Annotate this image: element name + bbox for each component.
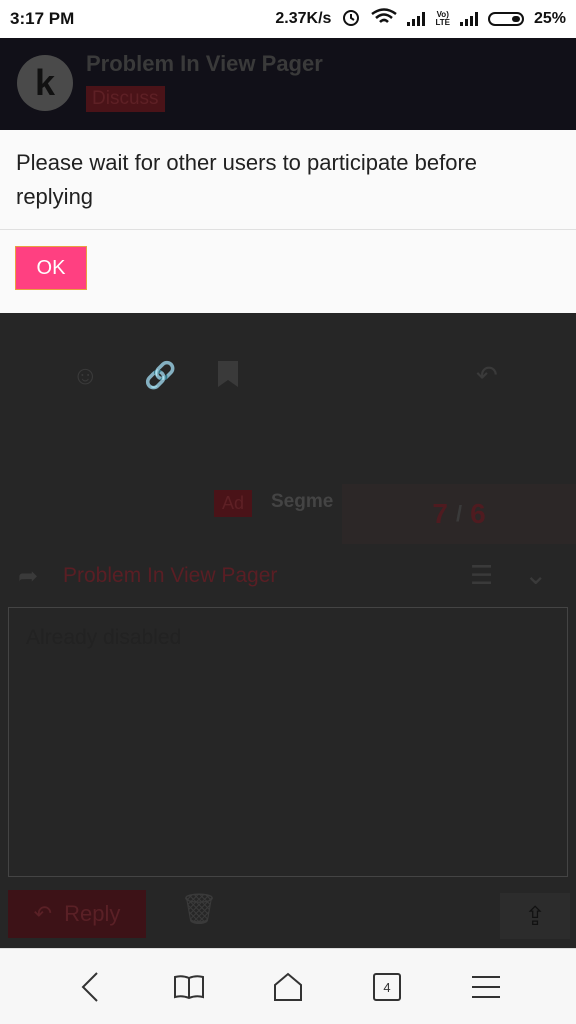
trash-icon[interactable]: 🗑 (180, 892, 218, 927)
browser-nav-bar: 4 (0, 948, 576, 1024)
post-counter: 7 / 6 (342, 484, 576, 544)
counter-total: 6 (470, 498, 486, 529)
counter-current: 7 (432, 498, 448, 529)
bookmarks-book-icon[interactable] (169, 969, 209, 1005)
smile-icon[interactable]: ☺ (72, 360, 99, 391)
menu-icon[interactable]: ☰ (470, 560, 493, 591)
counter-separator: / (455, 501, 463, 526)
page-title: Problem In View Pager (86, 51, 323, 76)
tab-count: 4 (373, 973, 401, 1001)
app-header: k Problem In View Pager Discuss (0, 38, 576, 130)
status-time: 3:17 PM (10, 9, 75, 28)
volte-icon: Vo) LTE (435, 10, 450, 27)
dialog-message: Please wait for other users to participa… (16, 150, 478, 209)
reply-button[interactable]: ↶ Reply (8, 890, 146, 938)
battery-icon (487, 12, 524, 26)
ad-badge: Ad (214, 490, 253, 517)
status-indicators: 2.37K/s Vo) LTE 25% (275, 7, 566, 32)
reply-header: ➦ Problem In View Pager ☰ ⌄ (0, 550, 576, 602)
tabs-button[interactable]: 4 (367, 969, 407, 1005)
signal-icon-2 (459, 12, 478, 26)
reply-icon: ↶ (33, 901, 53, 926)
battery-percent: 25% (533, 10, 566, 27)
reply-textarea[interactable]: Already disabled (8, 607, 568, 877)
status-bar: 3:17 PM 2.37K/s Vo) LTE 25% (0, 0, 576, 38)
alert-dialog: Please wait for other users to participa… (0, 130, 576, 313)
back-icon[interactable] (70, 969, 110, 1005)
reply-arrow-icon[interactable]: ↶ (476, 360, 498, 391)
share-arrow-icon[interactable]: ➦ (18, 562, 38, 591)
link-icon[interactable]: 🔗 (144, 360, 176, 391)
ad-text[interactable]: Segme (271, 491, 333, 513)
upload-button[interactable]: ⇪ (500, 893, 570, 939)
wifi-icon (371, 7, 398, 31)
ok-button[interactable]: OK (15, 246, 87, 290)
bookmark-icon[interactable] (216, 360, 240, 395)
chevron-down-icon[interactable]: ⌄ (524, 558, 547, 591)
signal-icon (407, 12, 426, 26)
alarm-icon (341, 7, 361, 32)
upload-icon: ⇪ (524, 900, 546, 931)
post-actions: ☺ 🔗 ↶ (0, 340, 576, 410)
category-badge[interactable]: Discuss (86, 86, 165, 112)
dialog-divider (0, 229, 576, 230)
reply-topic-title: Problem In View Pager (63, 564, 278, 587)
home-icon[interactable] (268, 969, 308, 1005)
app-logo[interactable]: k (17, 55, 73, 111)
reply-button-label: Reply (64, 901, 121, 926)
net-speed: 2.37K/s (275, 10, 332, 27)
menu-hamburger-icon[interactable] (466, 969, 506, 1005)
